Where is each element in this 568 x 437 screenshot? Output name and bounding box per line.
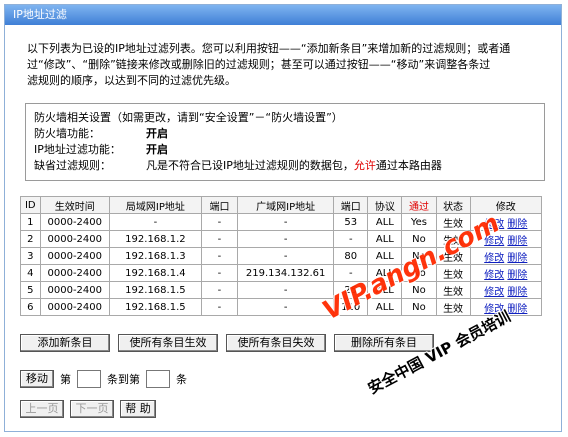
- cell-lan-ip: 192.168.1.4: [108, 264, 202, 282]
- col-status: 状态: [435, 196, 471, 214]
- default-rule-allow: 允许: [353, 159, 376, 172]
- next-page-button[interactable]: 下一页: [70, 400, 114, 418]
- intro-line-1: 以下列表为已设的IP地址过滤列表。您可以利用按钮——“添加新条目”来增加新的过滤…: [27, 42, 511, 55]
- move-button[interactable]: 移动: [20, 370, 54, 388]
- default-rule-text: 凡是不符合已设IP地址过滤规则的数据包，允许通过本路由器: [146, 158, 442, 174]
- delete-link[interactable]: 删除: [507, 304, 527, 315]
- add-entry-button[interactable]: 添加新条目: [20, 334, 110, 352]
- edit-link[interactable]: 修改: [484, 287, 504, 298]
- cell-status: 生效: [435, 298, 471, 316]
- table-row: 4 0000-2400 192.168.1.4-219.134.132.61- ALL…: [20, 264, 543, 282]
- enable-all-button[interactable]: 使所有条目生效: [118, 334, 218, 352]
- default-rule-label: 缺省过滤规则：: [34, 159, 111, 172]
- edit-link[interactable]: 修改: [484, 253, 504, 264]
- cell-lan-ip: -: [108, 213, 202, 231]
- cell-wan-ip: -: [237, 230, 335, 248]
- panel-title: IP地址过滤: [5, 5, 561, 25]
- firewall-value: 开启: [146, 127, 168, 140]
- move-label-item: 条: [176, 373, 187, 386]
- action-buttons: 添加新条目 使所有条目生效 使所有条目失效 删除所有条目: [20, 334, 434, 352]
- cell-wan-ip: -: [237, 213, 335, 231]
- cell-pass: Yes: [401, 213, 437, 231]
- cell-lan-ip: 192.168.1.5: [108, 298, 202, 316]
- cell-id: 4: [20, 264, 41, 282]
- default-rule-prefix: 凡是不符合已设IP地址过滤规则的数据包，: [146, 159, 354, 172]
- cell-id: 1: [20, 213, 41, 231]
- cell-lan-port: -: [200, 247, 239, 265]
- help-button[interactable]: 帮 助: [120, 400, 156, 418]
- cell-time: 0000-2400: [39, 247, 110, 265]
- col-lan-port: 端口: [200, 196, 239, 214]
- cell-lan-ip: 192.168.1.5: [108, 281, 202, 299]
- cell-wan-port: -: [333, 230, 369, 248]
- col-pass: 通过: [401, 196, 437, 214]
- cell-time: 0000-2400: [39, 230, 110, 248]
- col-edit: 修改: [469, 196, 543, 214]
- cell-protocol: ALL: [367, 230, 403, 248]
- cell-lan-port: -: [200, 213, 239, 231]
- move-from-input[interactable]: [77, 370, 101, 388]
- col-time: 生效时间: [39, 196, 110, 214]
- cell-pass: No: [401, 298, 437, 316]
- move-row: 移动 第 条到第 条: [20, 370, 187, 388]
- cell-wan-ip: 219.134.132.61: [237, 264, 335, 282]
- move-label-to: 条到第: [107, 373, 140, 386]
- cell-lan-ip: 192.168.1.2: [108, 230, 202, 248]
- firewall-heading: 防火墙相关设置（如需更改，请到“安全设置”－“防火墙设置”）: [34, 111, 343, 124]
- ipfilter-value: 开启: [146, 143, 168, 156]
- table-row: 6 0000-2400 192.168.1.5- -110 ALL No 生效 修改 删除: [20, 298, 543, 316]
- firewall-settings-box: 防火墙相关设置（如需更改，请到“安全设置”－“防火墙设置”） 防火墙功能： 开启…: [25, 103, 545, 181]
- cell-lan-port: -: [200, 281, 239, 299]
- cell-lan-port: -: [200, 298, 239, 316]
- edit-link[interactable]: 修改: [484, 270, 504, 281]
- cell-time: 0000-2400: [39, 213, 110, 231]
- move-label-no: 第: [60, 373, 71, 386]
- page-nav: 上一页 下一页 帮 助: [20, 400, 156, 418]
- col-lan-ip: 局域网IP地址: [108, 196, 202, 214]
- cell-wan-ip: -: [237, 247, 335, 265]
- cell-status: 生效: [435, 281, 471, 299]
- move-to-input[interactable]: [146, 370, 170, 388]
- cell-wan-port: 53: [333, 213, 369, 231]
- firewall-label: 防火墙功能：: [34, 127, 100, 140]
- firewall-status-row: 防火墙功能： 开启: [34, 126, 536, 142]
- cell-lan-ip: 192.168.1.3: [108, 247, 202, 265]
- cell-protocol: ALL: [367, 213, 403, 231]
- intro-line-2: 过“修改”、“删除”链接来修改或删除旧的过滤规则；甚至可以通过按钮——“移动”来…: [27, 58, 491, 71]
- col-wan-ip: 广域网IP地址: [237, 196, 335, 214]
- col-id: ID: [20, 196, 41, 214]
- prev-page-button[interactable]: 上一页: [20, 400, 64, 418]
- table-header-row: ID 生效时间 局域网IP地址 端口 广域网IP地址 端口 协议 通过 状态 修…: [20, 196, 543, 214]
- cell-actions: 修改 删除: [469, 264, 543, 282]
- cell-lan-port: -: [200, 264, 239, 282]
- delete-link[interactable]: 删除: [507, 270, 527, 281]
- cell-time: 0000-2400: [39, 281, 110, 299]
- cell-time: 0000-2400: [39, 264, 110, 282]
- cell-time: 0000-2400: [39, 298, 110, 316]
- cell-actions: 修改 删除: [469, 281, 543, 299]
- delete-link[interactable]: 删除: [507, 287, 527, 298]
- cell-id: 3: [20, 247, 41, 265]
- default-rule-suffix: 通过本路由器: [375, 159, 442, 172]
- delete-link[interactable]: 删除: [507, 253, 527, 264]
- intro-line-3: 滤规则的顺序，以达到不同的过滤优先级。: [27, 74, 236, 87]
- delete-link[interactable]: 删除: [507, 219, 527, 230]
- cell-actions: 修改 删除: [469, 247, 543, 265]
- col-protocol: 协议: [367, 196, 403, 214]
- cell-wan-ip: -: [237, 281, 335, 299]
- ipfilter-status-row: IP地址过滤功能： 开启: [34, 142, 536, 158]
- cell-wan-port: 80: [333, 247, 369, 265]
- table-row: 5 0000-2400 192.168.1.5- -25 ALL No 生效 修改 删除: [20, 281, 543, 299]
- cell-id: 6: [20, 298, 41, 316]
- ipfilter-label: IP地址过滤功能：: [34, 143, 121, 156]
- intro-text: 以下列表为已设的IP地址过滤列表。您可以利用按钮——“添加新条目”来增加新的过滤…: [27, 41, 547, 89]
- cell-lan-port: -: [200, 230, 239, 248]
- col-wan-port: 端口: [333, 196, 369, 214]
- default-rule-row: 缺省过滤规则： 凡是不符合已设IP地址过滤规则的数据包，允许通过本路由器: [34, 158, 536, 174]
- cell-id: 5: [20, 281, 41, 299]
- cell-id: 2: [20, 230, 41, 248]
- delete-link[interactable]: 删除: [507, 236, 527, 247]
- disable-all-button[interactable]: 使所有条目失效: [226, 334, 326, 352]
